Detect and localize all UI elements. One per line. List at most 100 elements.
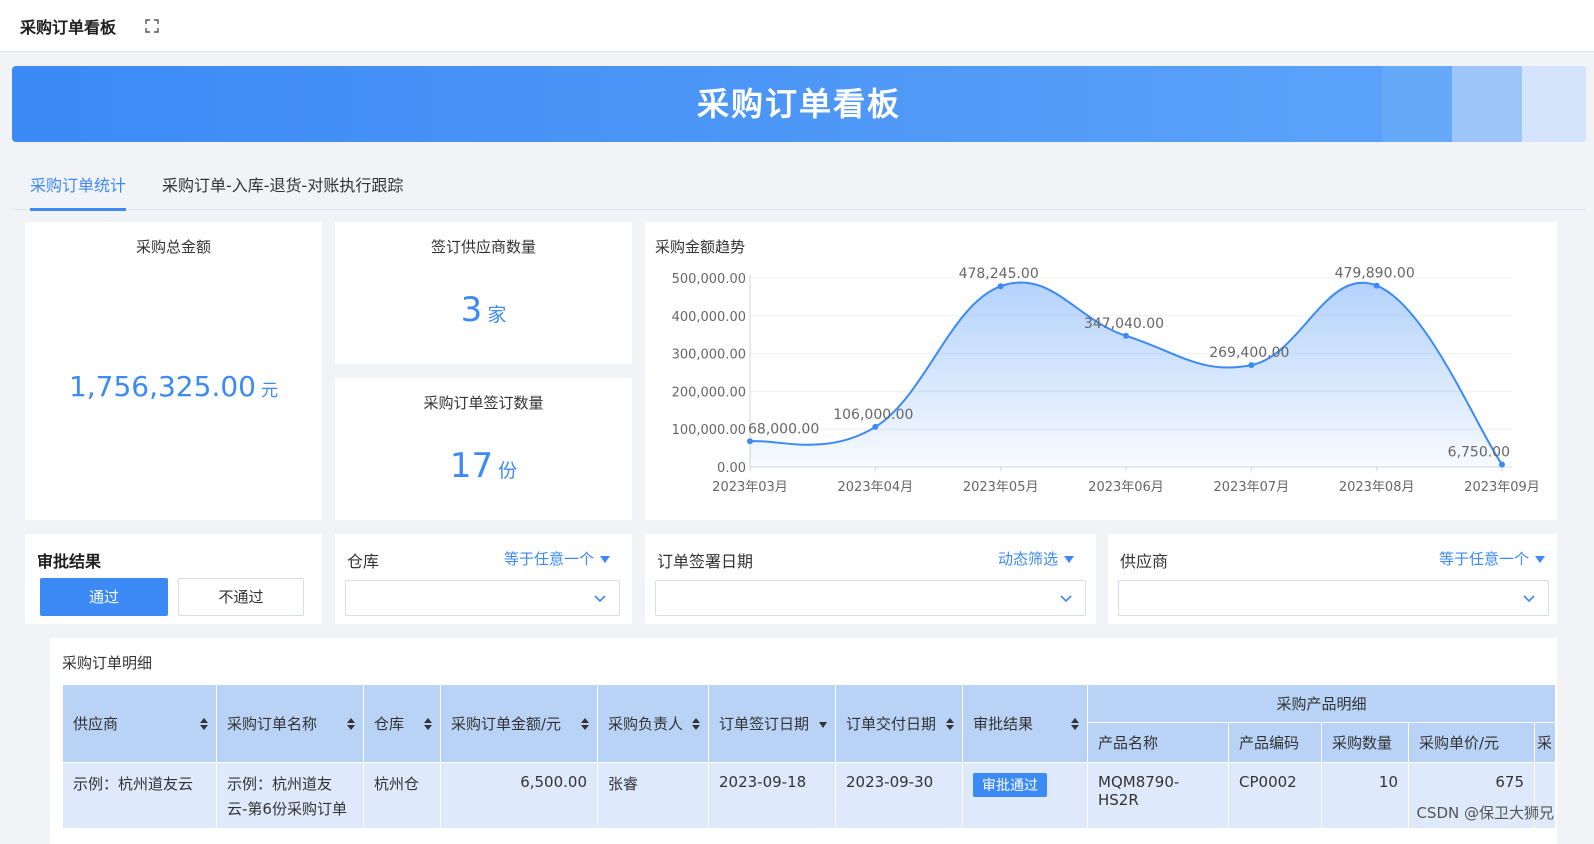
sort-icon	[946, 717, 954, 730]
approval-pass-button[interactable]: 通过	[40, 578, 168, 616]
sort-icon	[581, 717, 589, 730]
column-header-order-name[interactable]: 采购订单名称	[216, 684, 364, 763]
column-header-owner[interactable]: 采购负责人	[597, 684, 709, 763]
top-bar: 采购订单看板	[0, 0, 1594, 52]
column-header-product-code[interactable]: 产品编码	[1228, 722, 1322, 763]
column-header-approval[interactable]: 审批结果	[962, 684, 1088, 763]
column-header-unit-price[interactable]: 采购单价/元	[1408, 722, 1535, 763]
y-tick-label: 300,000.00	[672, 348, 746, 363]
warehouse-filter-mode[interactable]: 等于任意一个	[504, 548, 610, 569]
trend-area	[750, 282, 1502, 467]
filter-mode-label: 等于任意一个	[1438, 550, 1529, 568]
approval-filter-title: 审批结果	[37, 552, 102, 571]
kpi-unit: 家	[487, 304, 507, 326]
x-tick-label: 2023年05月	[963, 480, 1039, 495]
x-tick-label: 2023年04月	[838, 480, 914, 495]
warehouse-filter-title: 仓库	[347, 552, 380, 571]
data-point	[1499, 461, 1505, 468]
column-header-supplier[interactable]: 供应商	[62, 684, 217, 763]
column-header-label: 供应商	[73, 715, 119, 733]
column-header-truncated[interactable]: 采	[1534, 722, 1556, 763]
cell-product-name: MQM8790-HS2R	[1087, 762, 1229, 829]
supplier-filter-mode[interactable]: 等于任意一个	[1439, 548, 1545, 569]
expand-icon[interactable]	[144, 18, 160, 34]
x-tick-label: 2023年09月	[1464, 480, 1540, 495]
column-header-label: 采购负责人	[608, 715, 684, 733]
sort-icon	[200, 717, 208, 730]
tab-order-statistics[interactable]: 采购订单统计	[30, 172, 127, 211]
cell-quantity: 10	[1321, 762, 1409, 829]
x-tick-label: 2023年07月	[1214, 480, 1290, 495]
kpi-unit: 份	[498, 460, 518, 482]
data-label: 269,400.00	[1209, 345, 1289, 361]
sort-icon	[424, 717, 432, 730]
sign-date-filter-card: 订单签署日期 动态筛选	[645, 534, 1096, 624]
column-header-product-name[interactable]: 产品名称	[1087, 722, 1229, 763]
y-tick-label: 100,000.00	[672, 423, 746, 438]
kpi-title: 签订供应商数量	[430, 238, 536, 256]
sign-date-select[interactable]	[655, 580, 1086, 616]
chevron-down-icon	[1060, 595, 1072, 603]
y-tick-label: 0.00	[717, 461, 746, 476]
y-tick-label: 200,000.00	[672, 385, 746, 400]
filter-mode-label: 动态筛选	[997, 550, 1058, 568]
kpi-supplier-count-card: 签订供应商数量 3 家	[335, 222, 632, 364]
cell-delivery-date: 2023-09-30	[835, 762, 963, 829]
cell-order-name-line: 示例：杭州道友	[227, 775, 333, 793]
kpi-unit: 元	[261, 381, 279, 401]
warehouse-select[interactable]	[345, 580, 620, 616]
sort-icon	[347, 717, 355, 730]
column-header-label: 订单签订日期	[719, 715, 810, 733]
column-header-label: 审批结果	[973, 715, 1034, 733]
trend-chart-card: 采购金额趋势 0.00 100,000.00 200,000.00 300,000.0…	[645, 222, 1557, 520]
cell-sign-date: 2023-09-18	[708, 762, 836, 829]
approval-filter-card: 审批结果 通过 不通过	[25, 534, 322, 624]
detail-table-title: 采购订单明细	[62, 654, 153, 672]
caret-down-icon	[1535, 556, 1545, 563]
column-header-label: 采购订单金额/元	[451, 715, 562, 733]
trend-chart: 0.00 100,000.00 200,000.00 300,000.00 400,00…	[672, 266, 1540, 495]
column-header-warehouse[interactable]: 仓库	[363, 684, 441, 763]
dashboard-title: 采购订单看板	[20, 17, 117, 37]
cell-owner: 张睿	[597, 762, 709, 829]
data-point	[997, 283, 1004, 290]
supplier-filter-card: 供应商 等于任意一个	[1108, 534, 1557, 624]
data-point	[747, 438, 753, 445]
tab-order-tracking[interactable]: 采购订单-入库-退货-对账执行跟踪	[162, 172, 403, 208]
column-header-sign-date[interactable]: 订单签订日期	[708, 684, 836, 763]
x-tick-label: 2023年03月	[712, 480, 788, 495]
data-label: 68,000.00	[748, 421, 819, 437]
kpi-title: 采购订单签订数量	[423, 394, 544, 412]
kpi-title: 采购总金额	[135, 238, 211, 256]
table-row[interactable]: 示例：杭州道友云 示例：杭州道友 云-第6份采购订单 杭州仓 6,500.00 张…	[62, 762, 1556, 829]
data-label: 6,750.00	[1448, 444, 1510, 460]
banner: 采购订单看板	[12, 66, 1586, 142]
x-tick-label: 2023年06月	[1088, 480, 1164, 495]
chevron-down-icon	[1523, 595, 1535, 603]
cell-order-name-line: 云-第6份采购订单	[227, 800, 347, 818]
column-header-delivery-date[interactable]: 订单交付日期	[835, 684, 963, 763]
kpi-total-amount-card: 采购总金额 1,756,325.00 元	[25, 222, 322, 520]
column-header-amount[interactable]: 采购订单金额/元	[440, 684, 598, 763]
y-tick-label: 500,000.00	[672, 272, 746, 287]
approval-reject-button[interactable]: 不通过	[178, 578, 304, 616]
sign-date-filter-mode[interactable]: 动态筛选	[998, 548, 1074, 569]
data-label: 479,890.00	[1335, 266, 1415, 282]
kpi-value: 1,756,325.00	[68, 370, 256, 403]
cell-order-name: 示例：杭州道友 云-第6份采购订单	[216, 762, 364, 829]
data-label: 106,000.00	[833, 407, 913, 423]
column-header-label: 仓库	[374, 715, 405, 733]
column-header-quantity[interactable]: 采购数量	[1321, 722, 1409, 763]
cell-warehouse: 杭州仓	[363, 762, 441, 829]
sign-date-filter-title: 订单签署日期	[657, 552, 754, 571]
watermark: CSDN @保卫大狮兄	[1416, 804, 1554, 822]
column-group-product-detail: 采购产品明细	[1087, 684, 1556, 723]
status-badge: 审批通过	[973, 773, 1047, 797]
caret-down-icon	[600, 556, 610, 563]
banner-title: 采购订单看板	[696, 85, 901, 123]
sort-icon	[1071, 717, 1079, 730]
supplier-select[interactable]	[1118, 580, 1549, 616]
chevron-down-icon	[594, 595, 606, 603]
data-point	[1123, 332, 1129, 339]
cell-approval: 审批通过	[962, 762, 1088, 829]
